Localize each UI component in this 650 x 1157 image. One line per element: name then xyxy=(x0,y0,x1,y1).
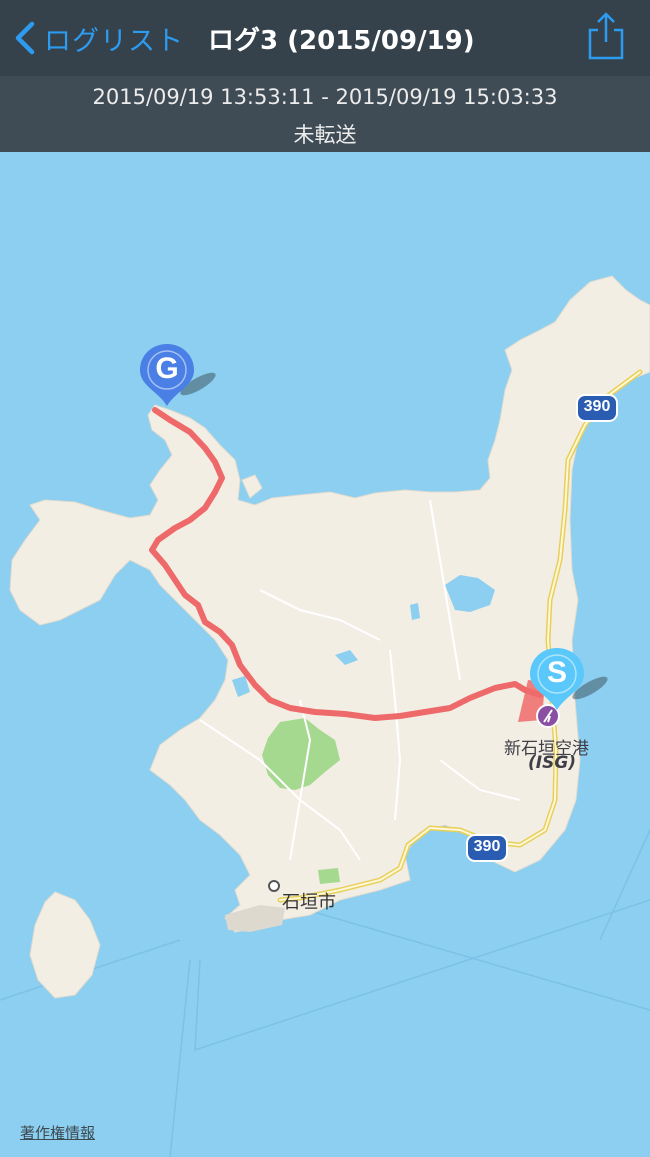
road-shield-390-north: 390 xyxy=(576,394,618,422)
back-button-label: ログリスト xyxy=(44,25,184,57)
share-icon xyxy=(588,12,624,60)
road-number: 390 xyxy=(473,838,501,855)
city-dot xyxy=(268,880,280,892)
navigation-bar: ログリスト ログ3 (2015/09/19) xyxy=(0,0,650,76)
start-marker[interactable]: S xyxy=(530,648,612,714)
log-time-range: 2015/09/19 13:53:11 - 2015/09/19 15:03:3… xyxy=(92,85,558,109)
start-marker-letter: S xyxy=(546,656,567,689)
share-button[interactable] xyxy=(586,10,626,62)
road-shield-390-south: 390 xyxy=(466,834,508,862)
city-label: 石垣市 xyxy=(282,892,336,913)
goal-marker-letter: G xyxy=(155,352,179,385)
chevron-left-icon xyxy=(15,21,35,55)
page-title: ログ3 (2015/09/19) xyxy=(208,26,475,56)
log-info-bar: 2015/09/19 13:53:11 - 2015/09/19 15:03:3… xyxy=(0,76,650,152)
map-view[interactable]: 390 390 新石垣空港 (ISG) 石垣市 G S xyxy=(0,152,650,1157)
back-button[interactable]: ログリスト xyxy=(12,16,184,60)
road-number: 390 xyxy=(583,398,611,415)
goal-marker[interactable]: G xyxy=(140,344,220,410)
transfer-status: 未転送 xyxy=(293,123,357,147)
copyright-link[interactable]: 著作権情報 xyxy=(20,1122,95,1143)
airport-code-label: (ISG) xyxy=(528,753,577,773)
